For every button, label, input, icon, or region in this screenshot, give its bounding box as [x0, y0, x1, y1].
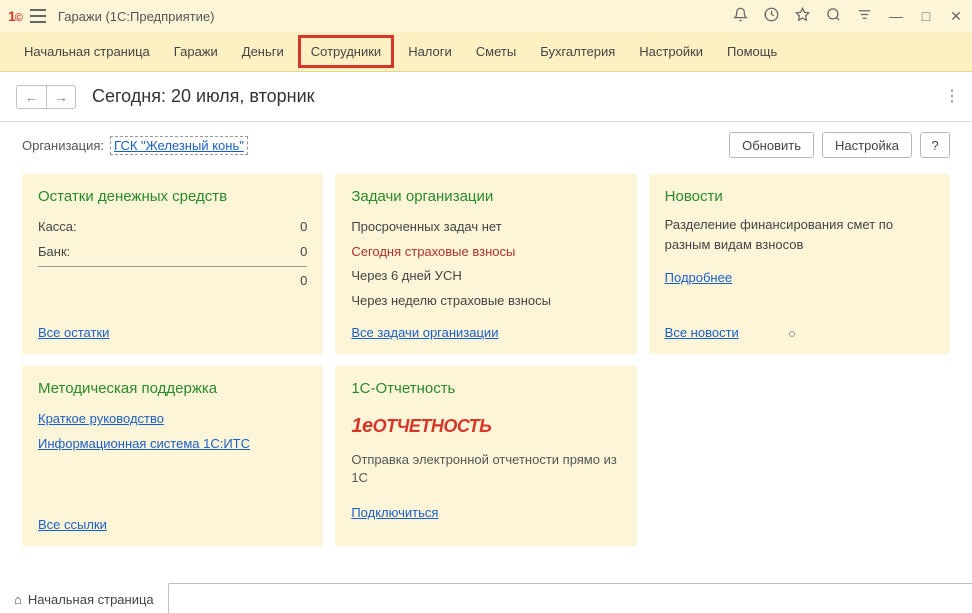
- balance-bank-label: Банк:: [38, 240, 70, 265]
- news-more-link[interactable]: Подробнее: [665, 270, 732, 285]
- balance-cash-row: Касса: 0: [38, 215, 307, 240]
- titlebar: 1© Гаражи (1С:Предприятие) — □ ✕: [0, 0, 972, 32]
- menu-item-home[interactable]: Начальная страница: [14, 38, 160, 65]
- card-reporting-title: 1С-Отчетность: [351, 380, 620, 397]
- menu-item-garages[interactable]: Гаражи: [164, 38, 228, 65]
- filter-icon[interactable]: [857, 7, 872, 26]
- reporting-connect-link[interactable]: Подключиться: [351, 505, 438, 520]
- hamburger-icon[interactable]: [30, 9, 46, 23]
- menu-item-estimates[interactable]: Сметы: [466, 38, 526, 65]
- balance-bank-row: Банк: 0: [38, 240, 307, 265]
- help-button[interactable]: ?: [920, 132, 950, 158]
- bottom-tab-home[interactable]: ⌂ Начальная страница: [0, 583, 169, 613]
- org-link[interactable]: ГСК "Железный конь": [110, 136, 248, 155]
- news-all-link[interactable]: Все новости: [665, 325, 739, 340]
- settings-button[interactable]: Настройка: [822, 132, 912, 158]
- org-label: Организация:: [22, 138, 104, 153]
- nav-forward-button[interactable]: →: [46, 85, 76, 109]
- reporting-desc: Отправка электронной отчетности прямо из…: [351, 451, 620, 487]
- menubar: Начальная страница Гаражи Деньги Сотрудн…: [0, 32, 972, 72]
- logo-1c: 1©: [8, 8, 22, 24]
- card-balances-title: Остатки денежных средств: [38, 188, 307, 205]
- balance-total: 0: [38, 266, 307, 294]
- minimize-icon[interactable]: —: [888, 8, 904, 25]
- menu-item-employees[interactable]: Сотрудники: [298, 35, 394, 68]
- refresh-button[interactable]: Обновить: [729, 132, 814, 158]
- support-guide-link[interactable]: Краткое руководство: [38, 411, 164, 426]
- task-in6days: Через 6 дней УСН: [351, 264, 620, 289]
- task-overdue-none: Просроченных задач нет: [351, 215, 620, 240]
- history-icon[interactable]: [764, 7, 779, 26]
- menu-item-help[interactable]: Помощь: [717, 38, 787, 65]
- window-controls: — □ ✕: [888, 8, 964, 25]
- menu-item-settings[interactable]: Настройки: [629, 38, 713, 65]
- home-icon: ⌂: [14, 592, 22, 607]
- card-tasks: Задачи организации Просроченных задач не…: [335, 174, 636, 354]
- task-today: Сегодня страховые взносы: [351, 240, 620, 265]
- page-title: Сегодня: 20 июля, вторник: [92, 86, 315, 107]
- bell-icon[interactable]: [733, 7, 748, 26]
- kebab-icon[interactable]: ⋮: [944, 86, 960, 106]
- tasks-link[interactable]: Все задачи организации: [351, 325, 498, 340]
- card-news: Новости Разделение финансирования смет п…: [649, 174, 950, 354]
- support-its-link[interactable]: Информационная система 1С:ИТС: [38, 436, 250, 451]
- balances-link[interactable]: Все остатки: [38, 325, 109, 340]
- task-inweek: Через неделю страховые взносы: [351, 289, 620, 314]
- toolbar: ← → Сегодня: 20 июля, вторник ⋮: [0, 72, 972, 122]
- card-news-title: Новости: [665, 188, 934, 205]
- close-icon[interactable]: ✕: [948, 8, 964, 25]
- balance-bank-value: 0: [300, 240, 307, 265]
- bottom-tab-label: Начальная страница: [28, 592, 154, 607]
- menu-item-taxes[interactable]: Налоги: [398, 38, 462, 65]
- card-balances: Остатки денежных средств Касса: 0 Банк: …: [22, 174, 323, 354]
- balance-cash-label: Касса:: [38, 215, 77, 240]
- search-icon[interactable]: [826, 7, 841, 26]
- bottom-tabs: ⌂ Начальная страница: [0, 583, 972, 613]
- titlebar-icons: [733, 7, 872, 26]
- menu-item-accounting[interactable]: Бухгалтерия: [530, 38, 625, 65]
- nav-back-button[interactable]: ←: [16, 85, 46, 109]
- news-indicator-icon: [789, 331, 795, 337]
- news-text: Разделение финансирования смет по разным…: [665, 215, 934, 254]
- card-reporting: 1С-Отчетность 1eОТЧЕТНОСТЬ Отправка элек…: [335, 366, 636, 546]
- empty-slot: [649, 366, 950, 546]
- card-support-title: Методическая поддержка: [38, 380, 307, 397]
- maximize-icon[interactable]: □: [918, 8, 934, 25]
- card-support: Методическая поддержка Краткое руководст…: [22, 366, 323, 546]
- reporting-logo: 1eОТЧЕТНОСТЬ: [351, 407, 620, 445]
- nav-buttons: ← →: [16, 85, 76, 109]
- dashboard: Остатки денежных средств Касса: 0 Банк: …: [0, 168, 972, 552]
- card-tasks-title: Задачи организации: [351, 188, 620, 205]
- balance-cash-value: 0: [300, 215, 307, 240]
- settings-row: Организация: ГСК "Железный конь" Обновит…: [0, 122, 972, 168]
- star-icon[interactable]: [795, 7, 810, 26]
- support-all-link[interactable]: Все ссылки: [38, 517, 107, 532]
- window-title: Гаражи (1С:Предприятие): [58, 9, 215, 24]
- menu-item-money[interactable]: Деньги: [232, 38, 294, 65]
